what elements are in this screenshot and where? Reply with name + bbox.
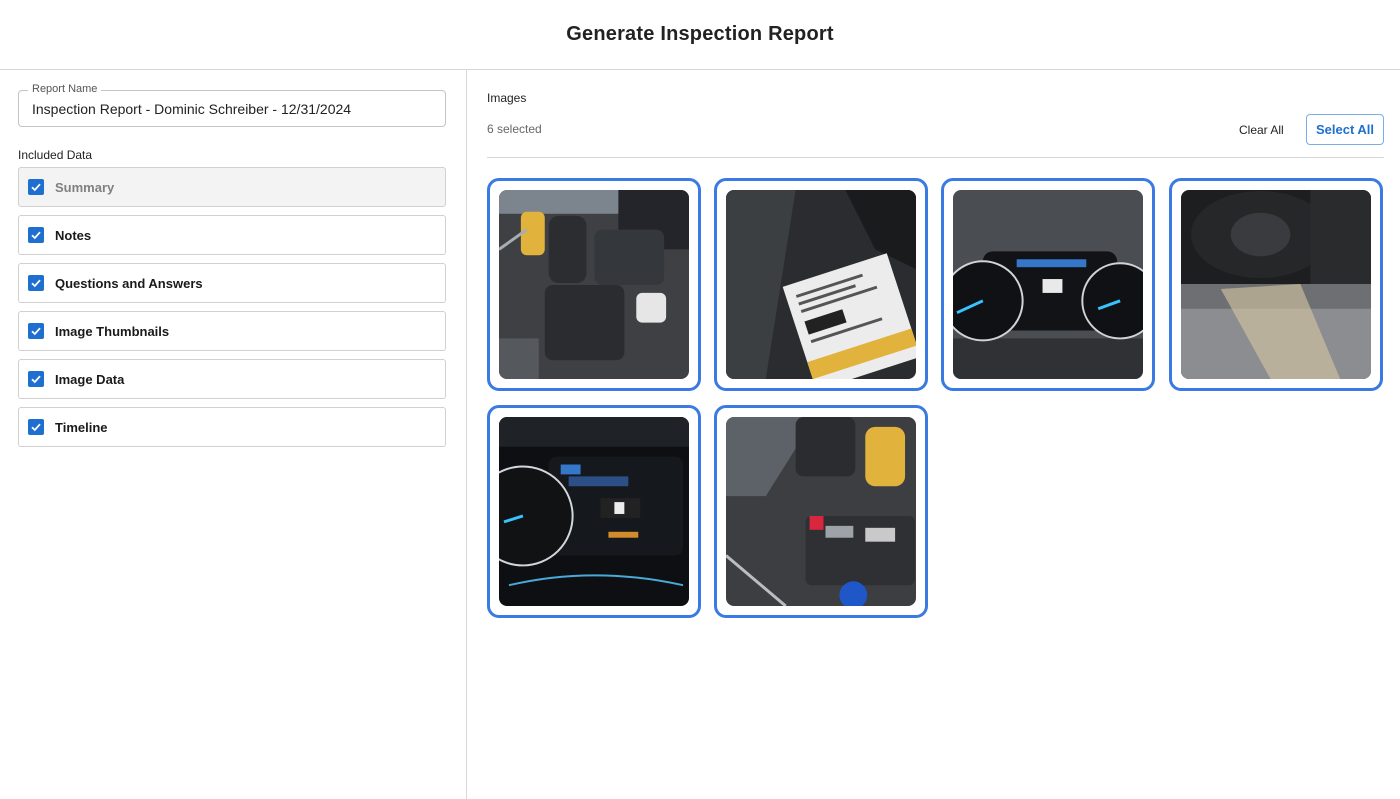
image-tile-engine-battery[interactable]: [714, 405, 928, 618]
page-title: Generate Inspection Report: [566, 23, 834, 45]
image-tile-engine-bay[interactable]: [487, 178, 701, 391]
checkbox-checked-icon[interactable]: [28, 419, 44, 435]
spare-tire-photo: [1181, 190, 1371, 379]
engine-battery-photo: [726, 417, 916, 606]
divider: [487, 157, 1384, 158]
engine-bay-photo: [499, 190, 689, 379]
option-label: Summary: [55, 179, 115, 195]
page-header: Generate Inspection Report: [0, 0, 1400, 70]
image-tile-instrument-cluster[interactable]: [941, 178, 1155, 391]
instrument-closeup-photo: [499, 417, 689, 606]
select-all-button[interactable]: Select All: [1306, 114, 1384, 145]
option-label: Image Thumbnails: [55, 323, 170, 339]
image-tile-spare-tire[interactable]: [1169, 178, 1383, 391]
checkbox-checked-icon: [28, 179, 44, 195]
checkbox-checked-icon[interactable]: [28, 227, 44, 243]
checkbox-checked-icon[interactable]: [28, 371, 44, 387]
included-data-heading: Included Data: [18, 148, 93, 162]
report-name-input[interactable]: [19, 91, 445, 126]
selected-count: 6 selected: [487, 122, 542, 136]
option-questions-and-answers[interactable]: Questions and Answers: [18, 263, 446, 303]
option-notes[interactable]: Notes: [18, 215, 446, 255]
door-label-photo: [726, 190, 916, 379]
instrument-cluster-photo: [953, 190, 1143, 379]
image-tile-door-label[interactable]: [714, 178, 928, 391]
option-label: Timeline: [55, 419, 108, 435]
image-tile-instrument-closeup[interactable]: [487, 405, 701, 618]
checkbox-checked-icon[interactable]: [28, 323, 44, 339]
checkbox-checked-icon[interactable]: [28, 275, 44, 291]
option-label: Questions and Answers: [55, 275, 203, 291]
option-summary: Summary: [18, 167, 446, 207]
images-heading: Images: [487, 91, 527, 105]
images-panel: Images 6 selected Clear All Select All: [467, 70, 1400, 799]
option-label: Image Data: [55, 371, 125, 387]
option-image-data[interactable]: Image Data: [18, 359, 446, 399]
option-image-thumbnails[interactable]: Image Thumbnails: [18, 311, 446, 351]
report-settings-panel: Report Name Included Data Summary Notes …: [0, 70, 467, 799]
clear-all-button[interactable]: Clear All: [1233, 115, 1290, 144]
report-name-field[interactable]: Report Name: [18, 82, 446, 127]
option-timeline[interactable]: Timeline: [18, 407, 446, 447]
option-label: Notes: [55, 227, 92, 243]
